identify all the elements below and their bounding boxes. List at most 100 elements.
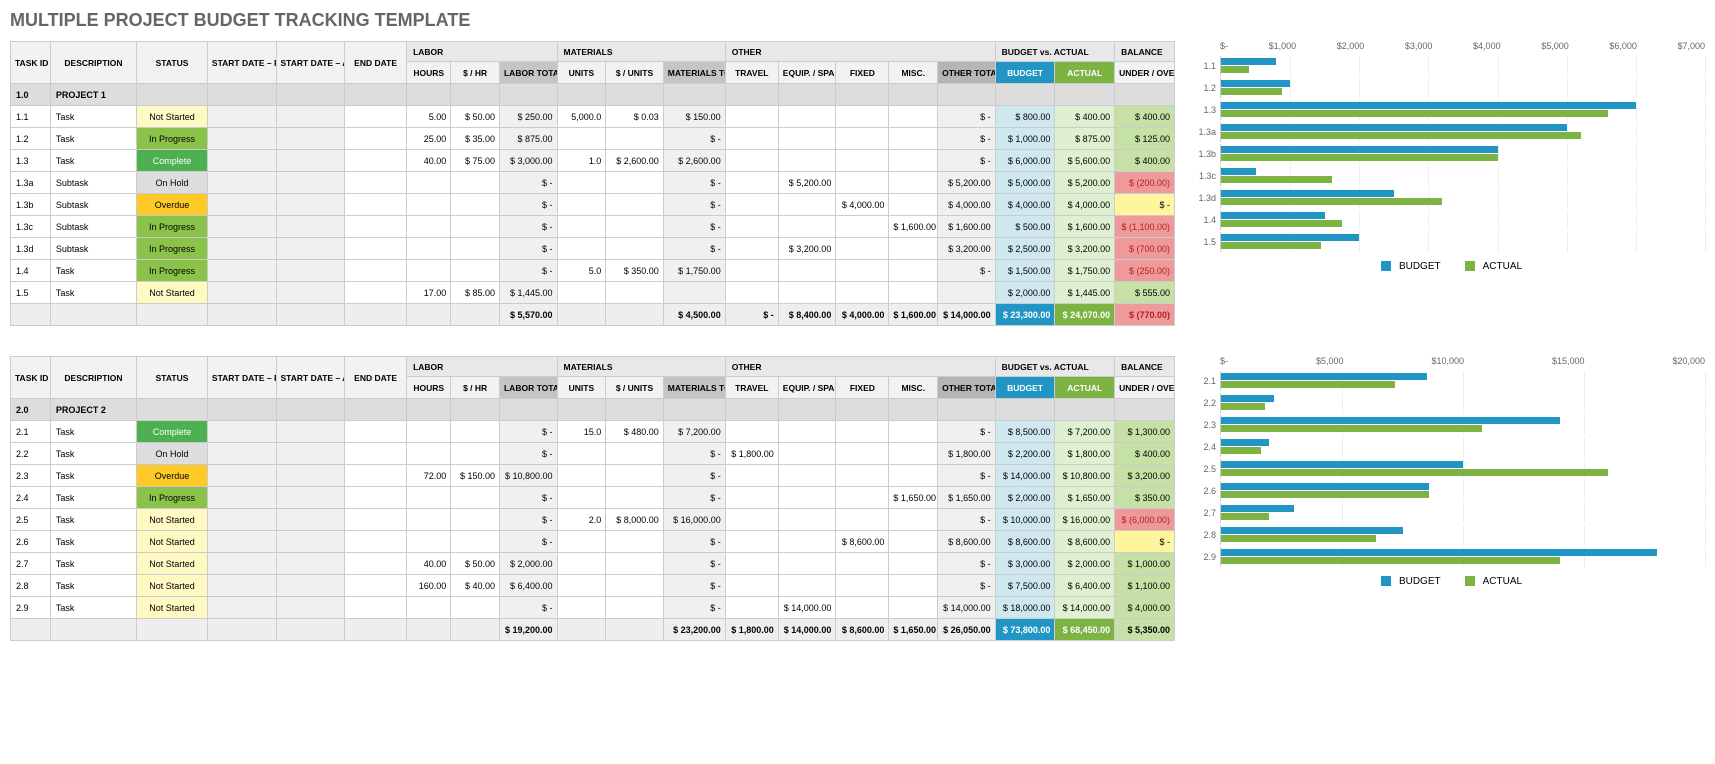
budget-bar <box>1221 168 1256 175</box>
actual-bar <box>1221 381 1395 388</box>
chart-bar-row: 1.4 <box>1190 209 1705 231</box>
actual-bar <box>1221 447 1261 454</box>
status-cell[interactable]: In Progress <box>137 238 208 260</box>
chart-bar-row: 1.3 <box>1190 99 1705 121</box>
actual-bar <box>1221 154 1498 161</box>
budget-chart: $-$1,000$2,000$3,000$4,000$5,000$6,000$7… <box>1175 41 1705 326</box>
task-row[interactable]: 2.7TaskNot Started40.00$ 50.00$ 2,000.00… <box>11 553 1175 575</box>
totals-row: $ 19,200.00$ 23,200.00$ 1,800.00$ 14,000… <box>11 619 1175 641</box>
actual-bar <box>1221 220 1342 227</box>
task-row[interactable]: 2.2TaskOn Hold$ -$ -$ 1,800.00$ 1,800.00… <box>11 443 1175 465</box>
budget-bar <box>1221 146 1498 153</box>
actual-bar <box>1221 198 1442 205</box>
task-row[interactable]: 2.1TaskComplete$ -15.0$ 480.00$ 7,200.00… <box>11 421 1175 443</box>
budget-bar <box>1221 505 1294 512</box>
status-cell[interactable]: In Progress <box>137 216 208 238</box>
chart-legend: BUDGETACTUAL <box>1190 261 1705 272</box>
status-cell[interactable]: Not Started <box>137 553 208 575</box>
budget-bar <box>1221 373 1427 380</box>
task-row[interactable]: 1.4TaskIn Progress$ -5.0$ 350.00$ 1,750.… <box>11 260 1175 282</box>
task-row[interactable]: 2.9TaskNot Started$ -$ -$ 14,000.00$ 14,… <box>11 597 1175 619</box>
chart-bar-row: 2.8 <box>1190 524 1705 546</box>
budget-bar <box>1221 483 1429 490</box>
budget-table: TASK IDDESCRIPTIONSTATUSSTART DATE – PLA… <box>10 41 1175 326</box>
chart-bar-row: 1.3a <box>1190 121 1705 143</box>
task-row[interactable]: 2.8TaskNot Started160.00$ 40.00$ 6,400.0… <box>11 575 1175 597</box>
actual-bar <box>1221 557 1560 564</box>
task-row[interactable]: 1.3TaskComplete40.00$ 75.00$ 3,000.001.0… <box>11 150 1175 172</box>
status-cell[interactable]: On Hold <box>137 172 208 194</box>
budget-chart: $-$5,000$10,000$15,000$20,0002.12.22.32.… <box>1175 356 1705 641</box>
budget-bar <box>1221 234 1359 241</box>
chart-bar-row: 1.5 <box>1190 231 1705 253</box>
status-cell[interactable]: In Progress <box>137 487 208 509</box>
budget-bar <box>1221 417 1560 424</box>
task-row[interactable]: 1.1TaskNot Started5.00$ 50.00$ 250.005,0… <box>11 106 1175 128</box>
actual-bar <box>1221 403 1265 410</box>
chart-bar-row: 2.6 <box>1190 480 1705 502</box>
budget-bar <box>1221 190 1394 197</box>
chart-bar-row: 2.2 <box>1190 392 1705 414</box>
budget-bar <box>1221 124 1567 131</box>
budget-bar <box>1221 80 1290 87</box>
actual-bar <box>1221 66 1249 73</box>
chart-bar-row: 2.1 <box>1190 370 1705 392</box>
task-row[interactable]: 1.3aSubtaskOn Hold$ -$ -$ 5,200.00$ 5,20… <box>11 172 1175 194</box>
status-cell[interactable]: On Hold <box>137 443 208 465</box>
chart-bar-row: 1.1 <box>1190 55 1705 77</box>
task-row[interactable]: 2.4TaskIn Progress$ -$ -$ 1,650.00$ 1,65… <box>11 487 1175 509</box>
status-cell[interactable]: In Progress <box>137 260 208 282</box>
chart-bar-row: 2.3 <box>1190 414 1705 436</box>
task-row[interactable]: 1.3dSubtaskIn Progress$ -$ -$ 3,200.00$ … <box>11 238 1175 260</box>
task-row[interactable]: 2.3TaskOverdue72.00$ 150.00$ 10,800.00$ … <box>11 465 1175 487</box>
budget-bar <box>1221 58 1276 65</box>
budget-table: TASK IDDESCRIPTIONSTATUSSTART DATE – PLA… <box>10 356 1175 641</box>
chart-bar-row: 1.3c <box>1190 165 1705 187</box>
chart-bar-row: 1.3b <box>1190 143 1705 165</box>
budget-bar <box>1221 527 1403 534</box>
status-cell[interactable]: Not Started <box>137 509 208 531</box>
budget-bar <box>1221 395 1274 402</box>
actual-bar <box>1221 176 1332 183</box>
chart-bar-row: 2.4 <box>1190 436 1705 458</box>
budget-bar <box>1221 549 1657 556</box>
actual-bar <box>1221 469 1608 476</box>
actual-bar <box>1221 242 1321 249</box>
actual-bar <box>1221 88 1282 95</box>
task-row[interactable]: 1.3bSubtaskOverdue$ -$ -$ 4,000.00$ 4,00… <box>11 194 1175 216</box>
budget-bar <box>1221 439 1269 446</box>
chart-bar-row: 1.3d <box>1190 187 1705 209</box>
status-cell[interactable]: In Progress <box>137 128 208 150</box>
task-row[interactable]: 1.2TaskIn Progress25.00$ 35.00$ 875.00$ … <box>11 128 1175 150</box>
actual-bar <box>1221 132 1581 139</box>
budget-bar <box>1221 102 1636 109</box>
actual-bar <box>1221 110 1608 117</box>
status-cell[interactable]: Not Started <box>137 106 208 128</box>
chart-bar-row: 2.7 <box>1190 502 1705 524</box>
budget-bar <box>1221 461 1463 468</box>
actual-bar <box>1221 513 1269 520</box>
status-cell[interactable]: Not Started <box>137 531 208 553</box>
status-cell[interactable]: Complete <box>137 421 208 443</box>
chart-bar-row: 2.5 <box>1190 458 1705 480</box>
status-cell[interactable]: Overdue <box>137 465 208 487</box>
status-cell[interactable]: Overdue <box>137 194 208 216</box>
task-row[interactable]: 2.6TaskNot Started$ -$ -$ 8,600.00$ 8,60… <box>11 531 1175 553</box>
totals-row: $ 5,570.00$ 4,500.00$ -$ 8,400.00$ 4,000… <box>11 304 1175 326</box>
status-cell[interactable]: Not Started <box>137 575 208 597</box>
page-title: MULTIPLE PROJECT BUDGET TRACKING TEMPLAT… <box>10 10 1705 31</box>
chart-legend: BUDGETACTUAL <box>1190 576 1705 587</box>
chart-bar-row: 1.2 <box>1190 77 1705 99</box>
actual-bar <box>1221 491 1429 498</box>
task-row[interactable]: 1.3cSubtaskIn Progress$ -$ -$ 1,600.00$ … <box>11 216 1175 238</box>
task-row[interactable]: 1.5TaskNot Started17.00$ 85.00$ 1,445.00… <box>11 282 1175 304</box>
status-cell[interactable]: Complete <box>137 150 208 172</box>
status-cell[interactable]: Not Started <box>137 597 208 619</box>
actual-bar <box>1221 535 1376 542</box>
actual-bar <box>1221 425 1482 432</box>
status-cell[interactable]: Not Started <box>137 282 208 304</box>
task-row[interactable]: 2.5TaskNot Started$ -2.0$ 8,000.00$ 16,0… <box>11 509 1175 531</box>
chart-bar-row: 2.9 <box>1190 546 1705 568</box>
budget-bar <box>1221 212 1325 219</box>
project-header-row: 2.0PROJECT 2 <box>11 399 1175 421</box>
